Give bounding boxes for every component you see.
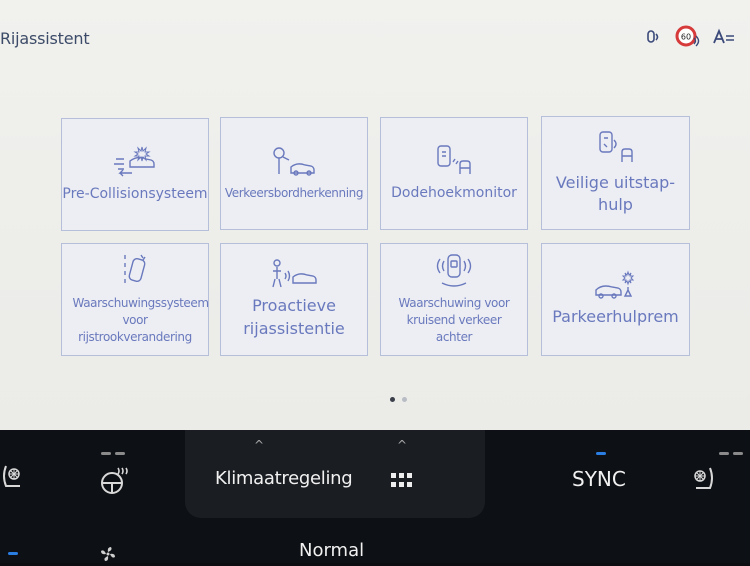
page-indicator[interactable] (402, 397, 407, 402)
expand-climate-caret[interactable]: ^ (254, 438, 264, 452)
language-icon[interactable] (711, 22, 737, 52)
tile-blind-spot[interactable]: Dodehoekmonitor (380, 117, 528, 230)
mode-indicator (8, 552, 18, 555)
tile-label: Dodehoekmonitor (391, 184, 517, 201)
mode-label[interactable]: Normal (299, 540, 364, 561)
tile-label: Waarschuwingssysteem voor rijstrookveran… (72, 296, 210, 344)
tile-label: Pre-Collisionsysteem (62, 185, 208, 202)
safe-exit-icon (598, 130, 633, 162)
traffic-sign-icon (273, 147, 315, 176)
tile-traffic-sign[interactable]: Verkeersbordherkenning (220, 117, 368, 230)
tile-label: Proactieve rijassistentie (243, 296, 345, 338)
level-indicator (733, 452, 743, 455)
assistant-screen: Rijassistent 60 Pre-Collisionsysteem Ver… (0, 0, 750, 430)
apps-grid-icon[interactable] (391, 473, 413, 493)
seat-fan-right-icon[interactable] (688, 464, 718, 498)
fan-icon[interactable] (100, 546, 116, 566)
tile-pre-collision[interactable]: Pre-Collisionsysteem (61, 118, 209, 231)
sync-button[interactable]: SYNC (572, 467, 626, 491)
tile-label: Waarschuwing voor kruisend verkeer achte… (398, 296, 510, 344)
level-indicator (101, 452, 111, 455)
level-indicator (719, 452, 729, 455)
proactive-assist-icon (272, 259, 317, 288)
parking-brake-icon (594, 270, 634, 299)
expand-apps-caret[interactable]: ^ (397, 438, 407, 452)
tile-proactive-assist[interactable]: Proactieve rijassistentie (220, 243, 368, 356)
level-indicator (115, 452, 125, 455)
speed-limit-icon[interactable]: 60 (673, 22, 703, 52)
tile-label: Parkeerhulprem (552, 307, 679, 327)
tile-label: Verkeersbordherkenning (224, 186, 364, 201)
voice-icon[interactable] (643, 22, 665, 52)
tile-rear-cross-traffic[interactable]: Waarschuwing voor kruisend verkeer achte… (380, 243, 528, 356)
tile-lane-change[interactable]: Waarschuwingssysteem voor rijstrookveran… (61, 243, 209, 356)
sync-active-indicator (596, 452, 606, 455)
rear-cross-traffic-icon (436, 254, 472, 287)
blind-spot-icon (437, 145, 471, 174)
seat-heat-left-icon[interactable] (0, 462, 26, 496)
lane-change-icon (124, 254, 146, 284)
steering-heat-icon[interactable] (98, 466, 132, 500)
climate-button[interactable]: Klimaatregeling (215, 468, 353, 489)
page-title: Rijassistent (0, 29, 90, 48)
tile-safe-exit[interactable]: Veilige uitstap-hulp (541, 116, 690, 230)
tile-parking-brake[interactable]: Parkeerhulprem (541, 243, 690, 356)
tile-label: Veilige uitstap-hulp (555, 172, 676, 214)
page-indicator-active[interactable] (390, 397, 395, 402)
pre-collision-icon (114, 146, 155, 177)
svg-text:60: 60 (681, 33, 691, 42)
